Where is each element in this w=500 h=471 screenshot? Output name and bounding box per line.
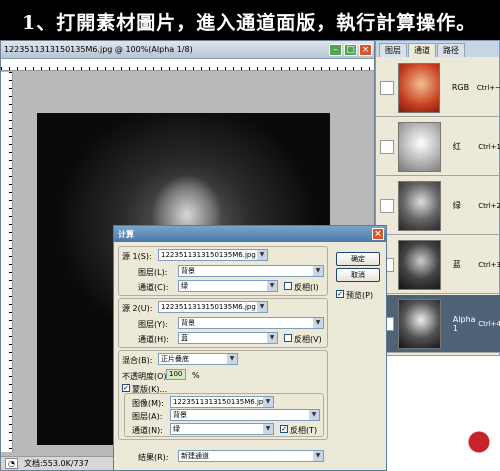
channel-shortcut: Ctrl+~	[476, 83, 500, 92]
channel-row-green[interactable]: 绿 Ctrl+2	[376, 177, 500, 235]
source1-invert-label: 反相(I)	[294, 283, 319, 292]
channel-name: 蓝	[452, 260, 461, 269]
blending-mode-select[interactable]: 正片叠底	[158, 353, 238, 365]
maximize-icon[interactable]: □	[344, 43, 357, 56]
close-icon[interactable]: ×	[372, 228, 384, 240]
channel-name: RGB	[451, 83, 470, 92]
mask-invert-checkbox[interactable]: ✓	[280, 425, 288, 433]
channel-shortcut: Ctrl+4	[478, 319, 500, 328]
document-title: 1223511313150135M6.jpg @ 100%(Alpha 1/8)	[4, 45, 193, 54]
source2-file-select[interactable]: 1223511313150135M6.jpg	[158, 301, 268, 313]
source1-invert-checkbox[interactable]	[284, 282, 292, 290]
dialog-titlebar[interactable]: 计算 ×	[114, 226, 386, 242]
opacity-input[interactable]: 100	[166, 369, 186, 380]
dialog-title: 计算	[118, 229, 134, 239]
mask-checkbox[interactable]: ✓	[122, 384, 130, 392]
source1-layer-label: 图层(L):	[138, 268, 168, 277]
calculations-dialog: 计算 × 源 1(S): 1223511313150135M6.jpg 图层(L…	[113, 225, 387, 471]
blending-label: 混合(B):	[122, 356, 153, 365]
channel-row-red[interactable]: 红 Ctrl+1	[376, 118, 500, 176]
decorative-strip	[375, 356, 500, 471]
panel-tabs: 图层 通道 路径	[376, 41, 499, 57]
preview-label: 预览(P)	[346, 291, 374, 300]
result-label: 结果(R):	[138, 453, 169, 462]
channel-row-rgb[interactable]: RGB Ctrl+~	[376, 59, 500, 117]
ok-button[interactable]: 确定	[336, 252, 380, 266]
source2-label: 源 2(U):	[122, 304, 153, 313]
preview-checkbox[interactable]: ✓	[336, 290, 344, 298]
channel-name: Alpha 1	[452, 314, 476, 333]
eye-icon[interactable]	[380, 139, 394, 154]
top-ruler	[1, 59, 374, 71]
tab-layers[interactable]: 图层	[379, 43, 407, 57]
zoom-field[interactable]: ◔	[5, 458, 18, 469]
channel-thumbnail	[397, 121, 441, 172]
source2-channel-select[interactable]: 蓝	[178, 332, 278, 344]
channel-name: 红	[452, 142, 461, 151]
channel-thumbnail	[397, 180, 441, 231]
channel-thumbnail	[397, 239, 441, 290]
channel-shortcut: Ctrl+3	[478, 260, 500, 269]
left-ruler	[1, 72, 13, 452]
mask-image-label: 图像(M):	[132, 399, 164, 408]
opacity-unit: %	[192, 371, 200, 380]
mask-channel-select[interactable]: 绿	[170, 423, 274, 435]
mask-channel-label: 通道(N):	[132, 426, 163, 435]
mask-invert-label: 反相(T)	[290, 426, 318, 435]
close-icon[interactable]: ×	[359, 43, 372, 56]
calligraphy-seal	[454, 362, 494, 462]
source2-layer-select[interactable]: 背景	[178, 317, 324, 329]
document-size: 文档:553.0K/737	[23, 459, 89, 468]
tutorial-banner: 1、打開素材圖片，進入通道面版，執行計算操作。	[0, 0, 500, 42]
result-select[interactable]: 新建通道	[178, 450, 324, 462]
mask-layer-select[interactable]: 背景	[170, 409, 320, 421]
channel-row-blue[interactable]: 蓝 Ctrl+3	[376, 236, 500, 294]
minimize-icon[interactable]: –	[329, 43, 342, 56]
source1-channel-select[interactable]: 绿	[178, 280, 278, 292]
document-titlebar[interactable]: 1223511313150135M6.jpg @ 100%(Alpha 1/8)…	[1, 41, 374, 59]
source1-layer-select[interactable]: 背景	[178, 265, 324, 277]
source1-label: 源 1(S):	[122, 252, 152, 261]
channel-shortcut: Ctrl+1	[478, 142, 500, 151]
source2-channel-label: 通道(H):	[138, 335, 169, 344]
channels-panel: 图层 通道 路径 RGB Ctrl+~ 红 Ctrl+1 绿 Ctrl+2 蓝 …	[375, 40, 500, 356]
mask-layer-label: 图层(A):	[132, 412, 163, 421]
channel-name: 绿	[452, 201, 461, 210]
source2-invert-checkbox[interactable]	[284, 334, 292, 342]
tab-channels[interactable]: 通道	[408, 43, 436, 57]
tab-paths[interactable]: 路径	[437, 43, 465, 57]
channel-thumbnail	[397, 62, 440, 113]
opacity-label: 不透明度(O):	[122, 372, 170, 381]
eye-icon[interactable]	[380, 80, 394, 95]
source2-layer-label: 图层(Y):	[138, 320, 168, 329]
source1-channel-label: 通道(C):	[138, 283, 169, 292]
channel-row-alpha1[interactable]: Alpha 1 Ctrl+4	[376, 295, 500, 353]
channel-thumbnail	[397, 298, 441, 349]
eye-icon[interactable]	[380, 198, 394, 213]
source1-file-select[interactable]: 1223511313150135M6.jpg	[158, 249, 268, 261]
cancel-button[interactable]: 取消	[336, 268, 380, 282]
source2-invert-label: 反相(V)	[294, 335, 322, 344]
channel-shortcut: Ctrl+2	[478, 201, 500, 210]
mask-image-select[interactable]: 1223511313150135M6.jpg	[170, 396, 274, 408]
